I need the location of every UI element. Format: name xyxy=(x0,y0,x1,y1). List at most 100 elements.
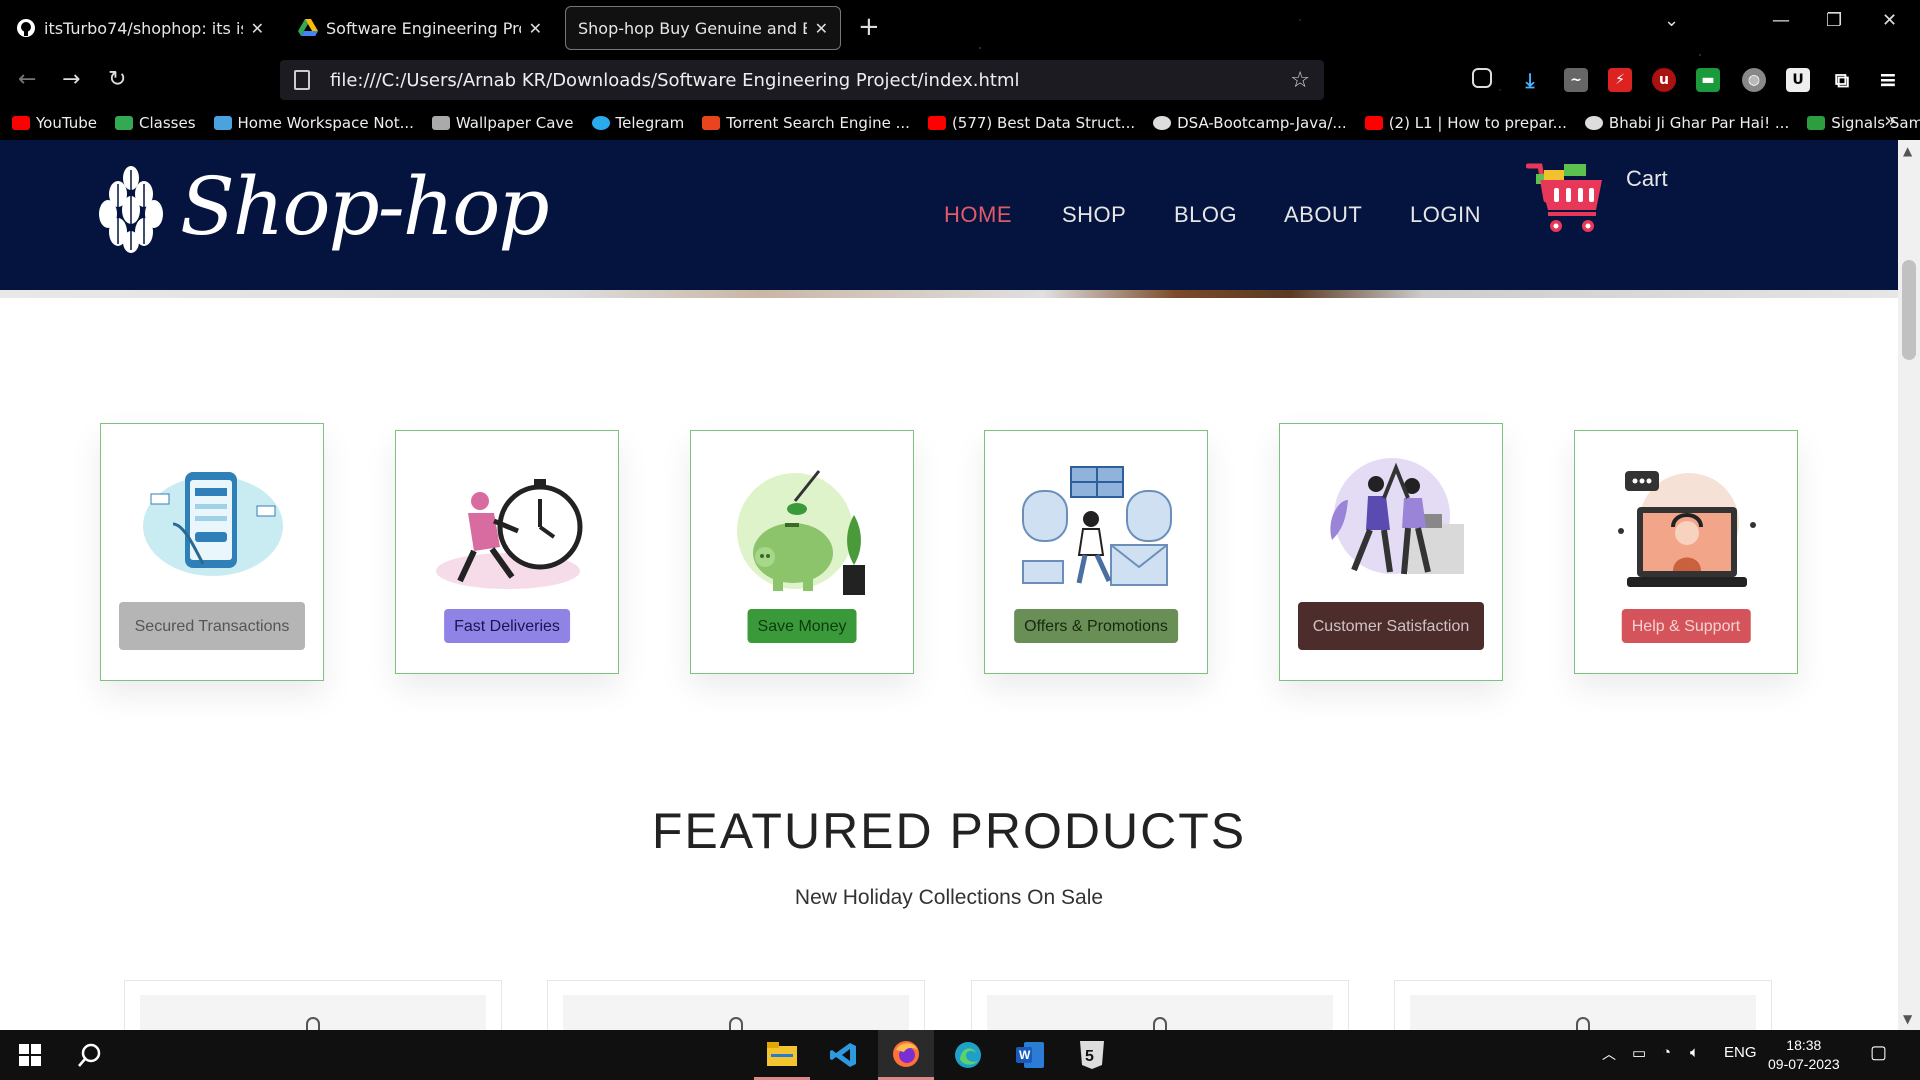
bookmark-label: Torrent Search Engine ... xyxy=(726,114,910,132)
pocket-icon[interactable] xyxy=(1472,68,1492,88)
extension-u-icon[interactable]: U xyxy=(1786,68,1810,92)
bookmark-label: Home Workspace Not... xyxy=(237,114,414,132)
tab-list-chevron-icon[interactable]: ⌄ xyxy=(1664,10,1679,31)
nav-login[interactable]: LOGIN xyxy=(1410,202,1481,228)
youtube-icon xyxy=(12,116,30,130)
tab-shophop[interactable]: Shop-hop Buy Genuine and Best Cl ✕ xyxy=(565,6,841,50)
language-indicator[interactable]: ENG xyxy=(1724,1044,1757,1061)
new-tab-button[interactable]: + xyxy=(858,12,880,42)
bookmark-item[interactable]: Bhabi Ji Ghar Par Hai! ... xyxy=(1584,114,1790,132)
close-tab-icon[interactable]: ✕ xyxy=(529,19,542,38)
featured-products-title: FEATURED PRODUCTS xyxy=(651,803,1247,859)
secure-payment-illustration-icon xyxy=(143,472,283,576)
bookmark-item[interactable]: Torrent Search Engine ... xyxy=(702,114,910,132)
fast-delivery-illustration-icon xyxy=(436,479,583,589)
site-header: Shop-hop HOME SHOP BLOG ABOUT LOGIN Cart xyxy=(0,140,1898,290)
tab-google-drive[interactable]: Software Engineering Project - ✕ xyxy=(286,6,554,50)
edge-icon[interactable] xyxy=(940,1030,996,1080)
system-clock[interactable]: 18:38 09-07-2023 xyxy=(1768,1036,1840,1074)
minimize-icon[interactable]: — xyxy=(1772,10,1790,31)
downloads-icon[interactable]: ⤓ xyxy=(1518,68,1542,92)
search-icon[interactable] xyxy=(62,1030,118,1080)
feature-card-help-support[interactable]: Help & Support xyxy=(1574,430,1798,674)
forward-icon[interactable]: → xyxy=(62,67,80,92)
extensions-puzzle-icon[interactable]: ⧉ xyxy=(1830,68,1854,92)
extension-icon[interactable]: ~ xyxy=(1564,68,1588,92)
bookmark-item[interactable]: Telegram xyxy=(591,114,684,132)
shopping-cart-icon[interactable] xyxy=(1526,162,1606,236)
bookmarks-bar: YouTube Classes Home Workspace Not... Wa… xyxy=(0,108,1920,138)
firefox-icon[interactable] xyxy=(878,1030,934,1080)
featured-products-subtitle: New Holiday Collections On Sale xyxy=(794,886,1104,909)
wallpaper-cave-icon xyxy=(431,116,450,130)
restore-icon[interactable]: ❐ xyxy=(1826,10,1842,31)
globe-icon[interactable]: ◍ xyxy=(1742,68,1766,92)
bookmark-item[interactable]: DSA-Bootcamp-Java/... xyxy=(1153,114,1347,132)
notion-icon xyxy=(213,116,232,130)
feature-card-secured-transactions[interactable]: Secured Transactions xyxy=(100,423,324,681)
browser-chrome: itsTurbo74/shophop: its is my s ✕ Softwa… xyxy=(0,0,1920,140)
cart-label[interactable]: Cart xyxy=(1626,166,1668,192)
extension-green-icon[interactable]: ▬ xyxy=(1696,68,1720,92)
bookmark-star-icon[interactable]: ☆ xyxy=(1290,68,1310,93)
ublock-icon[interactable]: u xyxy=(1652,68,1676,92)
file-explorer-icon[interactable] xyxy=(754,1030,810,1080)
feature-label: Customer Satisfaction xyxy=(1298,602,1484,650)
product-card[interactable] xyxy=(971,980,1349,1030)
google-drive-icon xyxy=(298,18,318,38)
product-card[interactable] xyxy=(124,980,502,1030)
feature-card-fast-deliveries[interactable]: Fast Deliveries xyxy=(395,430,619,674)
feature-card-offers-promotions[interactable]: Offers & Promotions xyxy=(984,430,1208,674)
address-bar[interactable]: file:///C:/Users/Arnab KR/Downloads/Soft… xyxy=(280,60,1324,100)
battery-icon[interactable]: ▭ xyxy=(1632,1044,1646,1062)
feature-card-customer-satisfaction[interactable]: Customer Satisfaction xyxy=(1279,423,1503,681)
bookmark-label: (577) Best Data Struct... xyxy=(951,114,1136,132)
vscode-icon[interactable] xyxy=(816,1030,872,1080)
nav-about[interactable]: ABOUT xyxy=(1284,202,1362,228)
reload-icon[interactable]: ↻ xyxy=(108,67,126,92)
menu-hamburger-icon[interactable]: ≡ xyxy=(1876,68,1900,93)
nav-home[interactable]: HOME xyxy=(944,202,1012,228)
notifications-icon[interactable]: ▢ xyxy=(1870,1042,1887,1063)
scroll-up-icon[interactable]: ▲ xyxy=(1903,144,1912,158)
scroll-down-icon[interactable]: ▼ xyxy=(1903,1012,1912,1026)
bookmark-item[interactable]: (577) Best Data Struct... xyxy=(927,114,1136,132)
back-icon[interactable]: ← xyxy=(18,67,36,92)
bookmark-item[interactable]: Classes xyxy=(115,114,196,132)
bookmark-item[interactable]: Signals Sampling Tech... xyxy=(1807,114,1920,132)
bookmark-label: (2) L1 | How to prepar... xyxy=(1388,114,1567,132)
tab-label: Software Engineering Project - xyxy=(326,18,521,38)
product-card[interactable] xyxy=(1394,980,1772,1030)
close-tab-icon[interactable]: ✕ xyxy=(251,19,264,38)
html5-icon[interactable]: 5 xyxy=(1064,1030,1120,1080)
scrollbar-thumb[interactable] xyxy=(1902,260,1916,360)
torrent-icon xyxy=(702,116,721,130)
customer-satisfaction-illustration-icon xyxy=(1330,458,1464,575)
bookmark-item[interactable]: (2) L1 | How to prepar... xyxy=(1364,114,1567,132)
page-scrollbar[interactable]: ▲ ▼ xyxy=(1898,140,1920,1030)
wifi-icon[interactable]: ◔ xyxy=(1662,1044,1671,1061)
bookmark-item[interactable]: YouTube xyxy=(12,114,97,132)
youtube-icon xyxy=(1364,116,1383,130)
windows-start-icon[interactable] xyxy=(2,1030,58,1080)
bookmark-label: DSA-Bootcamp-Java/... xyxy=(1177,114,1347,132)
bookmark-item[interactable]: Home Workspace Not... xyxy=(213,114,414,132)
help-support-illustration-icon xyxy=(1618,471,1756,587)
nav-blog[interactable]: BLOG xyxy=(1174,202,1237,228)
volume-icon[interactable]: 🔈︎ xyxy=(1690,1044,1699,1061)
close-tab-icon[interactable]: ✕ xyxy=(815,19,828,38)
bookmark-item[interactable]: Wallpaper Cave xyxy=(431,114,574,132)
tab-github[interactable]: itsTurbo74/shophop: its is my s ✕ xyxy=(4,6,276,50)
window-close-icon[interactable]: ✕ xyxy=(1882,10,1897,31)
hanger-hook-icon xyxy=(1153,1017,1167,1030)
product-card[interactable] xyxy=(547,980,925,1030)
extension-red-icon[interactable]: ⚡ xyxy=(1608,68,1632,92)
bookmark-label: Bhabi Ji Ghar Par Hai! ... xyxy=(1608,114,1790,132)
word-icon[interactable]: W xyxy=(1002,1030,1058,1080)
feature-label: Save Money xyxy=(747,609,857,643)
tray-overflow-chevron-icon[interactable]: ︿ xyxy=(1602,1044,1616,1064)
bookmarks-overflow-icon[interactable]: » xyxy=(1884,108,1896,132)
site-logo-text[interactable]: Shop-hop xyxy=(180,160,550,253)
nav-shop[interactable]: SHOP xyxy=(1062,202,1126,228)
feature-card-save-money[interactable]: Save Money xyxy=(690,430,914,674)
